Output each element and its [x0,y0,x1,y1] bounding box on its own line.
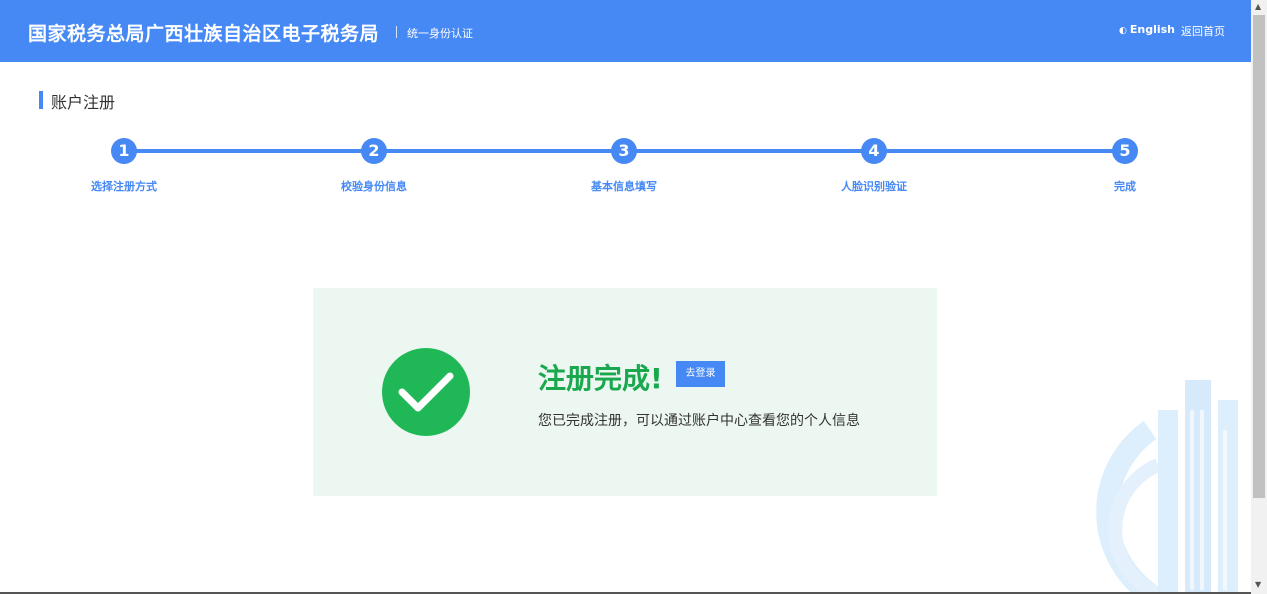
language-switch[interactable]: ◐ English [1119,23,1175,36]
step-number: 5 [1112,138,1138,164]
tax-emblem-watermark-icon [1096,380,1238,594]
site-brand[interactable]: 国家税务总局广西壮族自治区电子税务局 [28,19,379,46]
page-title: 账户注册 [51,93,116,112]
scroll-thumb[interactable] [1253,15,1265,498]
go-login-button[interactable]: 去登录 [676,361,725,387]
step-number: 3 [611,138,637,164]
step-label: 基本信息填写 [591,180,657,193]
step-number: 2 [361,138,387,164]
step-3: 3 基本信息填写 [544,138,704,194]
scroll-down-arrow-icon[interactable]: ▼ [1255,580,1261,589]
brand-subtitle: 统一身份认证 [407,27,473,40]
step-label: 校验身份信息 [341,180,407,193]
step-5: 5 完成 [1045,138,1205,194]
step-label: 人脸识别验证 [841,180,907,193]
registration-success-panel: 注册完成! 去登录 您已完成注册，可以通过账户中心查看您的个人信息 [313,288,937,496]
title-accent-bar [39,91,43,109]
step-2: 2 校验身份信息 [294,138,454,194]
return-home-link[interactable]: 返回首页 [1181,23,1225,39]
top-header: 国家税务总局广西壮族自治区电子税务局 统一身份认证 ◐ English 返回首页 [0,0,1251,62]
vertical-scrollbar[interactable]: ▲ ▼ [1251,0,1267,594]
brand-divider [396,26,397,38]
registration-steps: 1 选择注册方式 2 校验身份信息 3 基本信息填写 4 人脸识别验证 5 完成 [0,138,1251,208]
language-label: English [1129,23,1175,36]
success-description: 您已完成注册，可以通过账户中心查看您的个人信息 [538,413,860,429]
step-number: 1 [111,138,137,164]
step-number: 4 [861,138,887,164]
success-title: 注册完成! [538,362,663,395]
step-1: 1 选择注册方式 [44,138,204,194]
step-label: 选择注册方式 [91,180,157,193]
success-check-icon [382,348,470,436]
scroll-up-arrow-icon[interactable]: ▲ [1255,2,1261,11]
check-icon [398,372,454,412]
step-4: 4 人脸识别验证 [794,138,954,194]
step-label: 完成 [1114,180,1136,193]
language-icon: ◐ [1119,26,1127,36]
